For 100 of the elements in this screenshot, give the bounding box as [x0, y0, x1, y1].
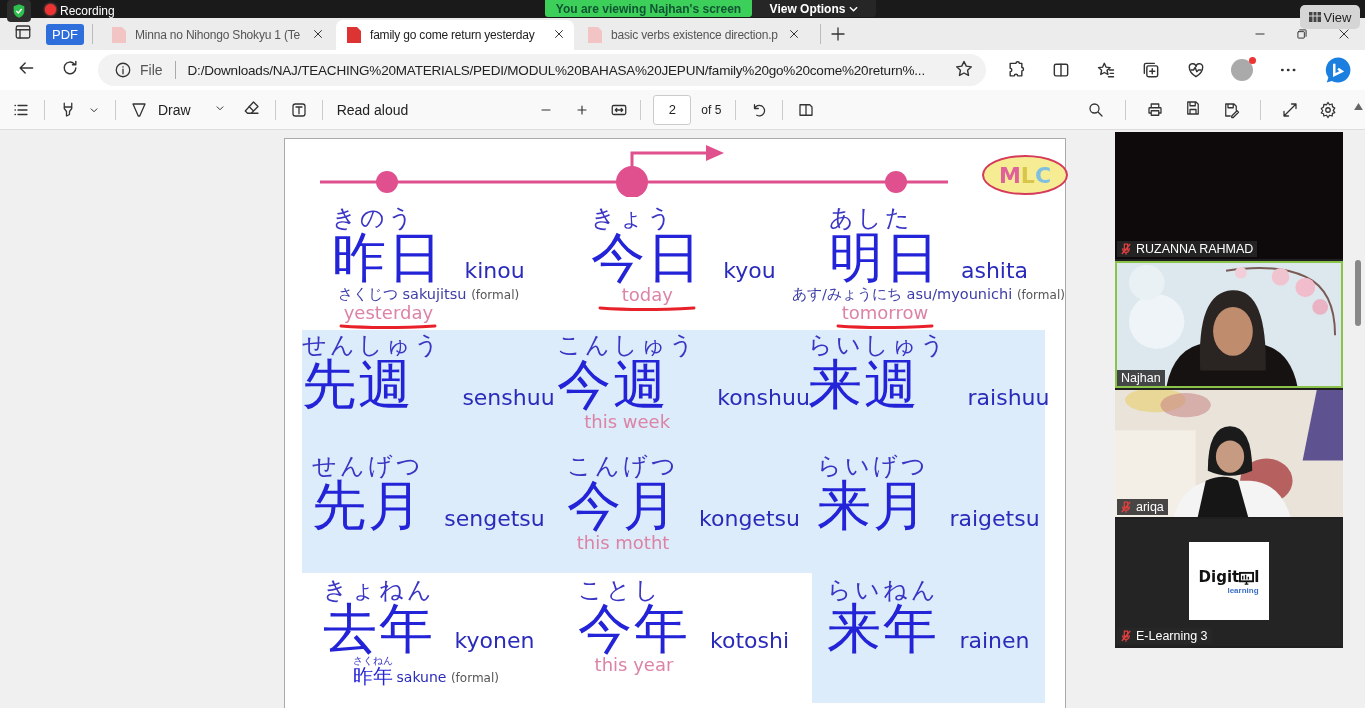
romaji-word: kotoshi — [710, 627, 789, 655]
furigana: きのう — [332, 205, 418, 232]
monitor-icon — [1239, 570, 1255, 586]
shield-check-icon[interactable] — [11, 3, 27, 19]
collections-icon[interactable] — [1141, 60, 1161, 80]
romaji-word: raigetsu — [949, 506, 1040, 534]
romaji-word: raishuu — [967, 385, 1050, 413]
romaji-word: kongetsu — [699, 506, 800, 534]
furigana: こんげつ — [567, 453, 680, 480]
furigana: らいげつ — [817, 453, 930, 480]
save-as-icon[interactable] — [1222, 100, 1240, 119]
profile-avatar[interactable] — [1231, 59, 1253, 81]
furigana: ことし — [578, 577, 662, 604]
video-tile[interactable]: ariqa — [1115, 390, 1343, 517]
romaji-word: rainen — [959, 627, 1030, 655]
muted-mic-icon — [1121, 501, 1131, 513]
kanji-word: 今日 — [591, 231, 704, 286]
split-screen-icon[interactable] — [1051, 60, 1071, 80]
settings-icon[interactable] — [1319, 100, 1337, 119]
furigana: らいしゅう — [807, 332, 948, 359]
restore-icon[interactable] — [1295, 27, 1309, 41]
pdf-file-icon — [587, 26, 603, 44]
video-tile[interactable]: Digit l learning E-Learning 3 — [1115, 519, 1343, 646]
heart-pulse-icon[interactable] — [1186, 60, 1206, 80]
english-meaning: today — [621, 285, 673, 306]
kanji-word: 来週 — [807, 358, 921, 413]
english-meaning: this year — [594, 654, 674, 675]
furigana: せんげつ — [312, 453, 425, 480]
page-number-field[interactable]: 2 — [653, 94, 692, 125]
kanji-word: 昨年 — [352, 665, 393, 686]
romaji-word: kyonen — [454, 627, 535, 655]
text-box-icon[interactable] — [289, 100, 308, 119]
search-icon[interactable] — [1087, 100, 1105, 119]
new-tab-icon[interactable] — [829, 25, 847, 43]
romaji-word: sengetsu — [444, 506, 545, 534]
read-aloud-button[interactable]: Read aloud — [336, 101, 409, 118]
grid-icon — [1308, 12, 1321, 22]
mlc-logo: MLC — [982, 155, 1068, 195]
english-meaning: this motht — [576, 533, 670, 554]
sidebar-icon[interactable] — [14, 23, 32, 41]
video-tile[interactable]: RUZANNA RAHMAD — [1115, 132, 1343, 259]
romaji-word: ashita — [960, 258, 1029, 286]
romaji-word: senshuu — [462, 385, 555, 413]
kanji-word: 去年 — [322, 603, 435, 655]
info-icon[interactable] — [114, 61, 132, 79]
page-count: of 5 — [701, 102, 722, 117]
english-meaning: this week — [584, 412, 671, 433]
kanji-word: 今年 — [578, 603, 690, 655]
english-meaning: tomorrow — [841, 303, 929, 324]
kanji-word: 先週 — [302, 358, 416, 413]
pdf-file-icon — [111, 26, 127, 44]
eraser-icon[interactable] — [242, 99, 261, 117]
kanji-word: 昨日 — [332, 231, 445, 286]
favorites-icon[interactable] — [1096, 60, 1116, 80]
puzzle-icon[interactable] — [1006, 60, 1026, 80]
save-icon[interactable] — [1184, 99, 1202, 117]
sharing-banner: You are viewing Najhan's screen — [545, 0, 752, 17]
pdf-badge[interactable]: PDF — [46, 23, 84, 45]
kanji-word: 来年 — [827, 603, 940, 655]
formal-reading: さくじつ sakujitsu (formal) — [337, 287, 520, 304]
formal-reading: sakune (formal) — [396, 668, 499, 686]
browser-tab[interactable]: basic verbs existence direction.p — [577, 20, 809, 50]
muted-mic-icon — [1121, 243, 1131, 255]
participant-name: RUZANNA RAHMAD — [1136, 242, 1254, 256]
browser-tab[interactable]: Minna no Nihongo Shokyu 1 (Te — [101, 20, 333, 50]
kanji-word: 先月 — [312, 479, 425, 534]
chat-bubble-icon[interactable] — [1323, 55, 1353, 85]
view-button[interactable]: View — [1300, 5, 1360, 29]
pen-icon[interactable] — [130, 100, 148, 119]
formal-reading: あす/みょうにち asu/myounichi (formal) — [792, 287, 1065, 304]
address-bar[interactable]: File D:/Downloads/NAJ/TEACHING%20MATERIALS/PEDI/MODUL%20BAHASA%20JEPUN/family%20go%20come%20return%... — [98, 54, 986, 86]
scroll-up-icon[interactable] — [1354, 103, 1363, 110]
furigana: あした — [828, 205, 914, 232]
romaji-word: kinou — [464, 258, 525, 286]
url-text: D:/Downloads/NAJ/TEACHING%20MATERIALS/PEDI/MODUL%20BAHASA%20JEPUN/family%20go%20come%20return%... — [187, 62, 925, 78]
furigana: きょう — [591, 205, 677, 232]
furigana: せんしゅう — [302, 332, 443, 359]
muted-mic-icon — [1121, 630, 1131, 642]
browser-tab[interactable]: family go come return yesterday — [336, 20, 574, 50]
video-tile[interactable]: Najhan — [1115, 261, 1343, 388]
english-meaning: yesterday — [343, 303, 434, 324]
recording-dot-icon — [45, 3, 56, 15]
furigana: さくねん — [352, 655, 393, 666]
expand-icon[interactable] — [1281, 100, 1299, 119]
star-icon[interactable] — [954, 58, 974, 79]
kanji-word: 来月 — [817, 479, 930, 534]
furigana: こんしゅう — [557, 332, 698, 359]
participant-name: ariqa — [1136, 500, 1164, 514]
view-options-button[interactable]: View Options — [752, 0, 876, 17]
participant-name: E-Learning 3 — [1136, 629, 1208, 643]
romaji-word: konshuu — [717, 385, 810, 413]
kanji-word: 明日 — [828, 231, 941, 286]
logo-text: Digit — [1198, 567, 1240, 586]
participant-name: Najhan — [1121, 371, 1161, 385]
draw-button[interactable]: Draw — [158, 101, 191, 118]
print-icon[interactable] — [1146, 100, 1164, 119]
close-icon[interactable] — [1337, 27, 1351, 41]
logo-tagline: learning — [1227, 585, 1259, 595]
recording-label: Recording — [60, 4, 115, 18]
pdf-file-icon — [346, 26, 362, 44]
